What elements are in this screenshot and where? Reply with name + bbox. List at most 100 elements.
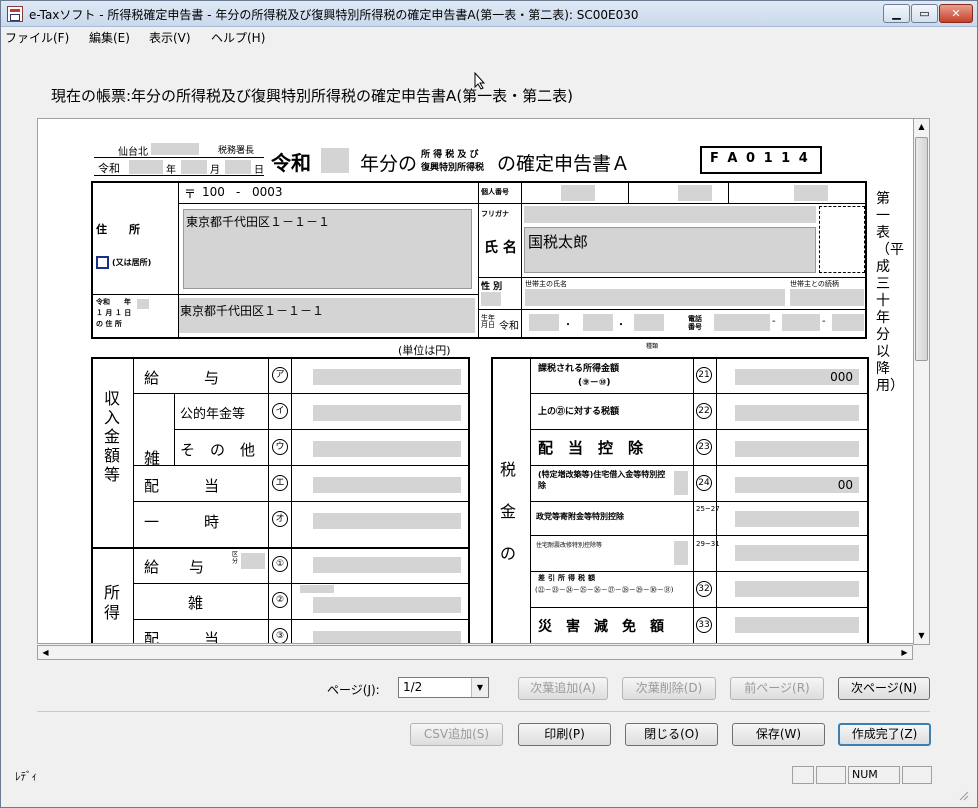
print-button[interactable]: 印刷(P) bbox=[518, 723, 611, 746]
zatsu-label: 雑 bbox=[144, 449, 161, 468]
phone-field-1[interactable] bbox=[714, 314, 770, 331]
phone-dash-2: - bbox=[822, 316, 826, 327]
tax-33-field[interactable] bbox=[735, 617, 859, 633]
tax-label-33: 災 害 減 免 額 bbox=[538, 619, 664, 635]
income-other-field[interactable] bbox=[313, 441, 461, 457]
dropdown-arrow-icon[interactable]: ▼ bbox=[471, 678, 488, 697]
date-month-suffix: 月 bbox=[210, 165, 220, 176]
status-ready: ﾚﾃﾞｨ bbox=[15, 770, 37, 783]
residence-checkbox[interactable] bbox=[96, 256, 109, 269]
scroll-left-icon[interactable]: ◀ bbox=[38, 646, 53, 659]
name-value[interactable]: 国税太郎 bbox=[528, 231, 588, 252]
birth-year-field[interactable] bbox=[529, 314, 559, 331]
date-month-field[interactable] bbox=[181, 160, 207, 174]
form-document-area[interactable]: 仙台北 税務署長 令和 年 月 日 令和 年分の 所 得 税 及 び 復興特別所… bbox=[37, 118, 930, 644]
date-year-field[interactable] bbox=[129, 160, 163, 174]
tax-23-field[interactable] bbox=[735, 441, 859, 457]
mark-21: 21 bbox=[696, 367, 712, 383]
income-label-temporary: 一 時 bbox=[144, 513, 220, 531]
tax-group-label: 税金の bbox=[500, 460, 517, 563]
mark-3: ③ bbox=[272, 628, 288, 643]
kind-label: 種類 bbox=[646, 343, 659, 350]
furigana-label: フリガナ bbox=[481, 210, 509, 218]
csv-add-button[interactable]: CSV追加(S) bbox=[410, 723, 503, 746]
mark-2: ② bbox=[272, 592, 288, 608]
tax-22-field[interactable] bbox=[735, 405, 859, 421]
tax-office-field[interactable] bbox=[151, 143, 199, 155]
sex-field[interactable] bbox=[481, 292, 501, 306]
close-button[interactable]: ✕ bbox=[939, 4, 973, 23]
tax-21-field[interactable]: 000 bbox=[735, 369, 859, 385]
furigana-field[interactable] bbox=[524, 206, 816, 223]
shotoku-misc-field[interactable] bbox=[313, 597, 461, 613]
add-next-sheet-button[interactable]: 次葉追加(A) bbox=[518, 677, 608, 700]
complete-button[interactable]: 作成完了(Z) bbox=[838, 723, 931, 746]
address-value[interactable]: 東京都千代田区１－１－１ bbox=[186, 213, 330, 230]
kubun-field[interactable] bbox=[241, 553, 265, 569]
status-pane-4 bbox=[902, 766, 932, 784]
jan1-address-value[interactable]: 東京都千代田区１－１－１ bbox=[180, 302, 324, 319]
menu-bar: ファイル(F) 編集(E) 表示(V) ヘルプ(H) bbox=[1, 27, 977, 47]
jan1-year-field[interactable] bbox=[137, 299, 149, 309]
income-dividend-field[interactable] bbox=[313, 477, 461, 493]
title-bar[interactable]: e-Taxソフト - 所得税確定申告書 - 年分の所得税及び復興特別所得税の確定… bbox=[1, 1, 977, 27]
birth-month-field[interactable] bbox=[583, 314, 613, 331]
tax-29-field[interactable] bbox=[735, 545, 859, 561]
mynumber-field-2[interactable] bbox=[678, 185, 712, 201]
household-head-name-field[interactable] bbox=[525, 289, 785, 306]
birth-dot-2: ・ bbox=[616, 320, 626, 331]
resize-grip-icon[interactable] bbox=[957, 789, 969, 801]
shotoku-dividend-field[interactable] bbox=[313, 631, 461, 643]
scroll-right-icon[interactable]: ▶ bbox=[897, 646, 912, 659]
minimize-button[interactable]: ▁ bbox=[883, 4, 910, 23]
relation-field[interactable] bbox=[790, 289, 864, 306]
maximize-button[interactable]: ▭ bbox=[911, 4, 938, 23]
phone-field-3[interactable] bbox=[832, 314, 864, 331]
mynumber-field-3[interactable] bbox=[794, 185, 828, 201]
postal-dash: - bbox=[236, 185, 241, 199]
tax-24-field[interactable]: 00 bbox=[735, 477, 859, 493]
tax-label-23: 配 当 控 除 bbox=[538, 439, 644, 457]
previous-page-button[interactable]: 前ページ(R) bbox=[730, 677, 824, 700]
vertical-scroll-thumb[interactable] bbox=[915, 137, 928, 361]
menu-edit[interactable]: 編集(E) bbox=[89, 29, 130, 46]
tax-29-kubun-field[interactable] bbox=[674, 541, 688, 565]
date-day-suffix: 日 bbox=[254, 165, 264, 176]
phone-field-2[interactable] bbox=[782, 314, 820, 331]
relation-label: 世帯主との続柄 bbox=[790, 280, 839, 288]
tax-small-label-1: 所 得 税 及 び bbox=[421, 150, 479, 160]
tax-24-kubun-field[interactable] bbox=[674, 471, 688, 495]
tax-25-field[interactable] bbox=[735, 511, 859, 527]
jan1-line-2: １ 月 １ 日 bbox=[96, 309, 132, 317]
scroll-up-icon[interactable]: ▲ bbox=[914, 119, 929, 135]
income-salary-field[interactable] bbox=[313, 369, 461, 385]
postal-code-2[interactable]: 0003 bbox=[252, 185, 283, 199]
postal-code-1[interactable]: 100 bbox=[202, 185, 225, 199]
mark-22: 22 bbox=[696, 403, 712, 419]
tax-32-field[interactable] bbox=[735, 581, 859, 597]
close-form-button[interactable]: 閉じる(O) bbox=[625, 723, 718, 746]
income-pension-field[interactable] bbox=[313, 405, 461, 421]
horizontal-scrollbar[interactable]: ◀ ▶ bbox=[37, 645, 913, 660]
page-select[interactable]: 1/2 ▼ bbox=[398, 677, 489, 698]
shotoku-salary-field[interactable] bbox=[313, 557, 461, 573]
phone-label: 電話番号 bbox=[688, 315, 702, 331]
date-day-field[interactable] bbox=[225, 160, 251, 174]
current-form-caption: 現在の帳票:年分の所得税及び復興特別所得税の確定申告書A(第一表・第二表) bbox=[51, 87, 574, 105]
postal-mark: 〒 bbox=[184, 187, 197, 201]
menu-help[interactable]: ヘルプ(H) bbox=[211, 29, 265, 46]
income-temporary-field[interactable] bbox=[313, 513, 461, 529]
next-page-button[interactable]: 次ページ(N) bbox=[838, 677, 930, 700]
date-year-suffix: 年 bbox=[166, 165, 176, 176]
tax-year-field[interactable] bbox=[321, 148, 349, 173]
mark-24: 24 bbox=[696, 475, 712, 491]
menu-view[interactable]: 表示(V) bbox=[149, 29, 191, 46]
scroll-down-icon[interactable]: ▼ bbox=[914, 628, 929, 644]
shotoku-misc-kind-field[interactable] bbox=[300, 585, 334, 593]
save-button[interactable]: 保存(W) bbox=[732, 723, 825, 746]
mynumber-field-1[interactable] bbox=[561, 185, 595, 201]
vertical-scrollbar[interactable]: ▲ ▼ bbox=[913, 118, 930, 645]
menu-file[interactable]: ファイル(F) bbox=[5, 29, 69, 46]
delete-next-sheet-button[interactable]: 次葉削除(D) bbox=[622, 677, 716, 700]
birth-day-field[interactable] bbox=[634, 314, 664, 331]
